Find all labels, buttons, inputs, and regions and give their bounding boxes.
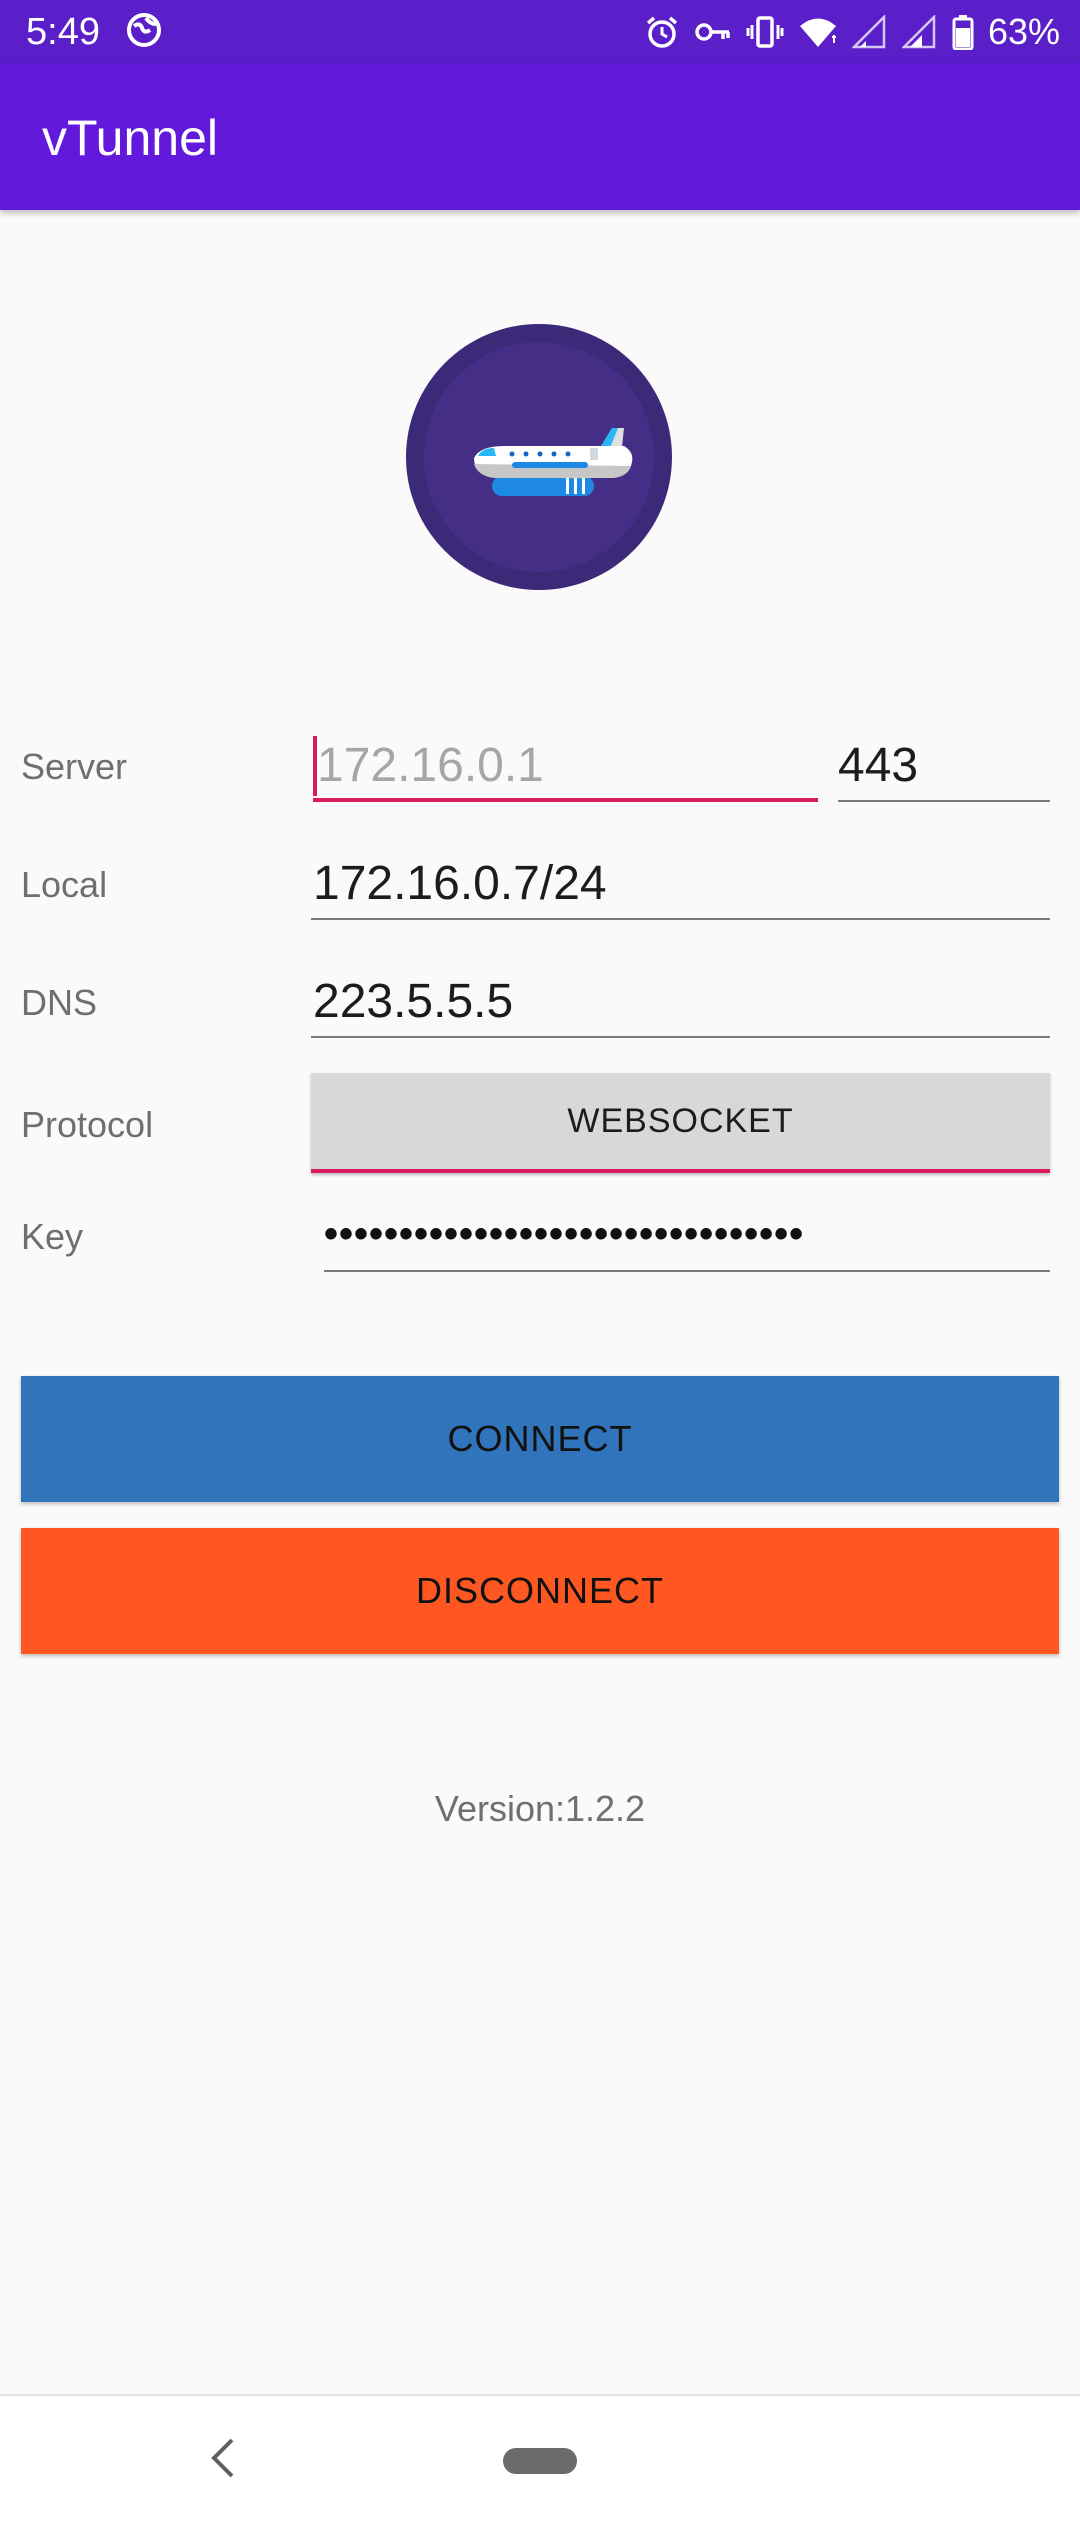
protocol-label: Protocol [21, 1104, 154, 1145]
key-masked-value: •••••••••••••••••••••••••••••••• [324, 1212, 805, 1256]
dns-input[interactable]: 223.5.5.5 [311, 966, 1050, 1038]
port-input[interactable]: 443 [838, 730, 1050, 802]
key-input[interactable]: •••••••••••••••••••••••••••••••• [324, 1210, 1050, 1272]
status-icons: 63% [644, 10, 1060, 54]
home-pill-icon[interactable] [503, 2448, 577, 2474]
connect-button[interactable]: CONNECT [21, 1376, 1059, 1502]
connect-button-label: CONNECT [447, 1418, 633, 1459]
server-input[interactable]: 172.16.0.1 [313, 730, 818, 802]
app-toolbar: vTunnel [0, 63, 1080, 210]
server-placeholder: 172.16.0.1 [317, 739, 544, 792]
app-title: vTunnel [42, 110, 219, 166]
system-nav-bar [0, 2394, 1080, 2522]
local-input[interactable]: 172.16.0.7/24 [311, 848, 1050, 920]
dns-value: 223.5.5.5 [313, 975, 514, 1028]
back-icon[interactable] [206, 2434, 240, 2487]
airplane-icon [474, 428, 633, 496]
vibrate-icon [746, 15, 784, 49]
port-value: 443 [838, 739, 919, 792]
status-bar: 5:49 63% [0, 0, 1080, 63]
globe-icon [126, 12, 162, 53]
alarm-icon [644, 14, 680, 50]
local-value: 172.16.0.7/24 [313, 857, 607, 910]
protocol-selector[interactable]: WEBSOCKET [311, 1073, 1050, 1173]
signal-icon [901, 15, 938, 49]
status-time: 5:49 [26, 11, 100, 53]
dns-label: DNS [21, 982, 98, 1023]
version-text: Version:1.2.2 [434, 1788, 646, 1829]
disconnect-button-label: DISCONNECT [415, 1570, 664, 1611]
app-logo [406, 324, 672, 590]
disconnect-button[interactable]: DISCONNECT [21, 1528, 1059, 1654]
key-label: Key [21, 1216, 84, 1257]
protocol-value: WEBSOCKET [567, 1101, 794, 1140]
server-label: Server [21, 746, 128, 787]
wifi-icon [798, 15, 838, 49]
signal-icon [851, 15, 888, 49]
local-label: Local [21, 864, 108, 905]
battery-icon [952, 14, 974, 50]
battery-percent: 63% [987, 11, 1060, 52]
vpn-key-icon [694, 17, 732, 47]
